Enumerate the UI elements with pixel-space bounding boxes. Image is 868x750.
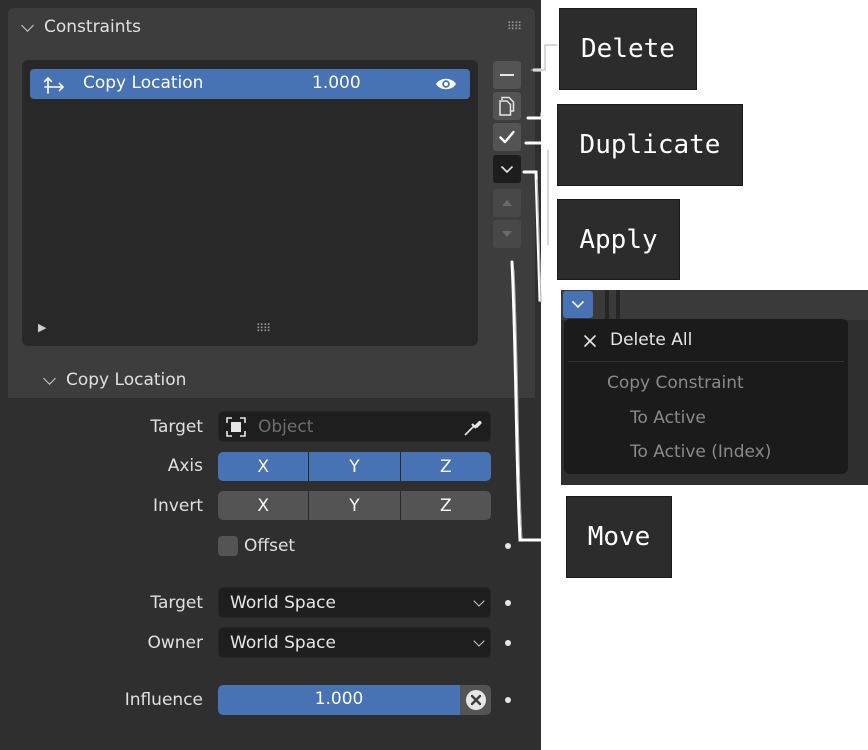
specials-menu-button-active[interactable] bbox=[563, 291, 593, 318]
menu-item-to-active-index[interactable]: To Active (Index) bbox=[630, 442, 771, 462]
menu-item-to-active[interactable]: To Active bbox=[630, 408, 706, 428]
duplicate-callout: Duplicate bbox=[557, 104, 743, 186]
delete-callout: Delete bbox=[559, 8, 697, 90]
constraint-specials-menu: Delete All Copy Constraint To Active To … bbox=[564, 319, 848, 474]
apply-callout: Apply bbox=[557, 199, 680, 280]
menu-separator bbox=[568, 361, 844, 362]
menu-heading-copy-constraint: Copy Constraint bbox=[607, 373, 744, 393]
move-callout: Move bbox=[566, 496, 672, 578]
divider bbox=[616, 290, 620, 320]
divider bbox=[605, 290, 609, 320]
close-icon bbox=[584, 335, 596, 347]
chevron-down-icon bbox=[571, 300, 585, 309]
menu-item-delete-all[interactable]: Delete All bbox=[610, 330, 692, 350]
